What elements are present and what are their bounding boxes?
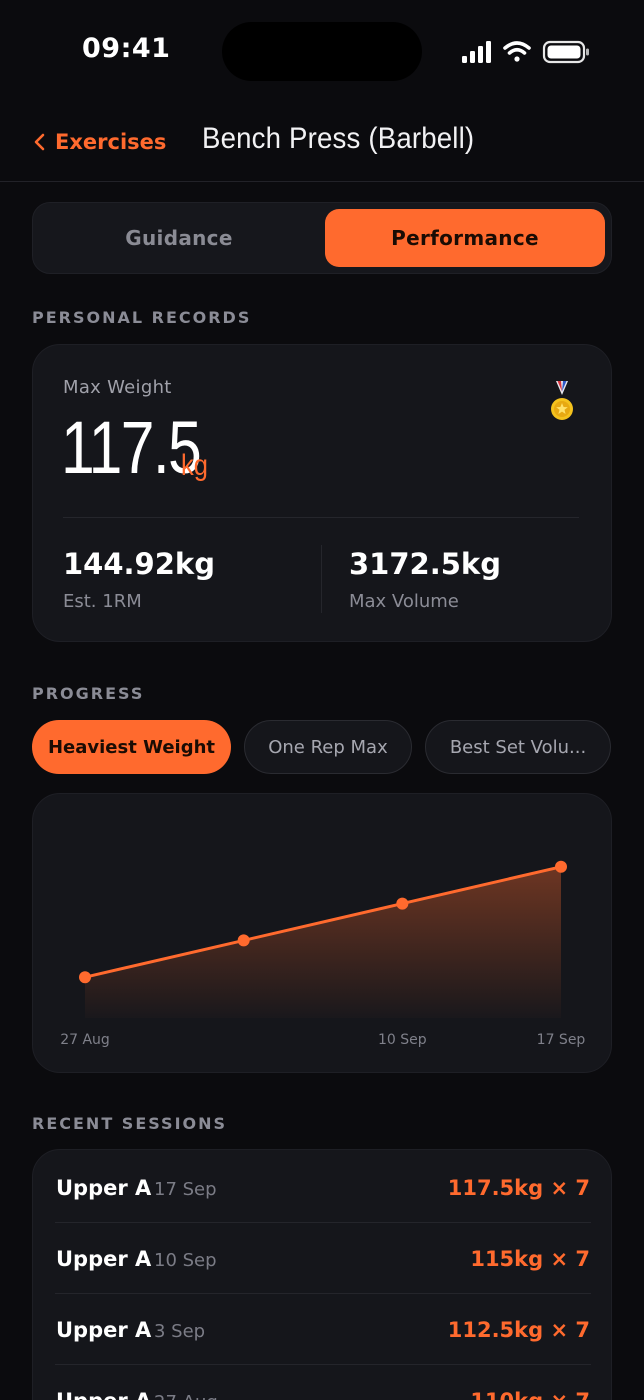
back-label: Exercises — [55, 130, 167, 154]
chart-area-fill — [85, 866, 561, 1018]
personal-records-heading: PERSONAL RECORDS — [32, 308, 252, 327]
signal-icon — [462, 41, 491, 63]
max-weight-value: 117.5 — [61, 406, 202, 489]
status-icons — [462, 40, 589, 64]
nav-bar: Exercises Bench Press (Barbell) — [0, 100, 644, 182]
est-1rm-label: Est. 1RM — [63, 591, 142, 612]
x-tick-label: 10 Sep — [378, 1032, 427, 1048]
records-vertical-divider — [321, 545, 322, 613]
session-best-set: 117.5kg × 7 — [447, 1176, 590, 1200]
back-button[interactable]: Exercises — [32, 126, 166, 158]
session-best-set: 115kg × 7 — [470, 1247, 590, 1271]
session-row[interactable]: Upper A 17 Sep 117.5kg × 7 — [33, 1152, 611, 1223]
session-date: 17 Sep — [154, 1179, 217, 1200]
page-title: Bench Press (Barbell) — [202, 122, 475, 155]
session-row[interactable]: Upper A 27 Aug 110kg × 7 — [33, 1365, 611, 1400]
status-time: 09:41 — [82, 33, 171, 64]
session-date: 27 Aug — [154, 1392, 218, 1400]
chart-point[interactable] — [79, 971, 91, 984]
tab-guidance[interactable]: Guidance — [39, 209, 319, 267]
chart-point[interactable] — [237, 934, 250, 947]
chart-point[interactable] — [396, 897, 409, 910]
chip-heaviest-weight[interactable]: Heaviest Weight — [32, 720, 231, 774]
session-name: Upper A — [56, 1389, 151, 1400]
max-volume-value: 3172.5kg — [349, 547, 501, 581]
exercise-detail-screen: 09:41 Exercises Bench Press (Barbell) Gu… — [0, 0, 644, 1400]
recent-sessions-card: Upper A 17 Sep 117.5kg × 7 Upper A 10 Se… — [32, 1149, 612, 1400]
tab-performance[interactable]: Performance — [325, 209, 605, 267]
segmented-control: Guidance Performance — [32, 202, 612, 274]
max-volume-label: Max Volume — [349, 591, 459, 612]
progress-chart: 27 Aug 10 Sep 17 Sep — [60, 860, 586, 1048]
records-divider — [63, 517, 579, 518]
dynamic-island — [222, 22, 422, 81]
x-tick-label: 27 Aug — [60, 1032, 110, 1048]
chip-best-set-volume[interactable]: Best Set Volu... — [425, 720, 611, 774]
battery-icon — [542, 40, 589, 64]
session-best-set: 110kg × 7 — [470, 1389, 590, 1400]
session-date: 10 Sep — [154, 1250, 217, 1271]
est-1rm-value: 144.92kg — [63, 547, 215, 581]
recent-sessions-heading: RECENT SESSIONS — [32, 1114, 228, 1133]
progress-chart-card: 27 Aug 10 Sep 17 Sep — [32, 793, 612, 1073]
max-weight-label: Max Weight — [63, 377, 172, 398]
progress-heading: PROGRESS — [32, 684, 145, 703]
x-tick-label: 17 Sep — [537, 1032, 586, 1048]
session-name: Upper A — [56, 1247, 152, 1271]
session-name: Upper A — [56, 1318, 152, 1342]
session-best-set: 112.5kg × 7 — [447, 1318, 590, 1342]
chip-one-rep-max[interactable]: One Rep Max — [244, 720, 412, 774]
medal-icon — [551, 381, 573, 420]
status-bar: 09:41 — [0, 0, 644, 100]
chevron-left-icon — [34, 133, 45, 151]
max-weight-unit: kg — [181, 449, 208, 482]
session-date: 3 Sep — [154, 1321, 206, 1342]
session-name: Upper A — [56, 1176, 152, 1200]
session-row[interactable]: Upper A 10 Sep 115kg × 7 — [33, 1223, 611, 1294]
session-row[interactable]: Upper A 3 Sep 112.5kg × 7 — [33, 1294, 611, 1365]
chart-point[interactable] — [555, 860, 567, 873]
wifi-icon — [503, 41, 531, 62]
personal-records-card: Max Weight 117.5 kg 144.92kg Est. 1RM 31… — [32, 344, 612, 642]
